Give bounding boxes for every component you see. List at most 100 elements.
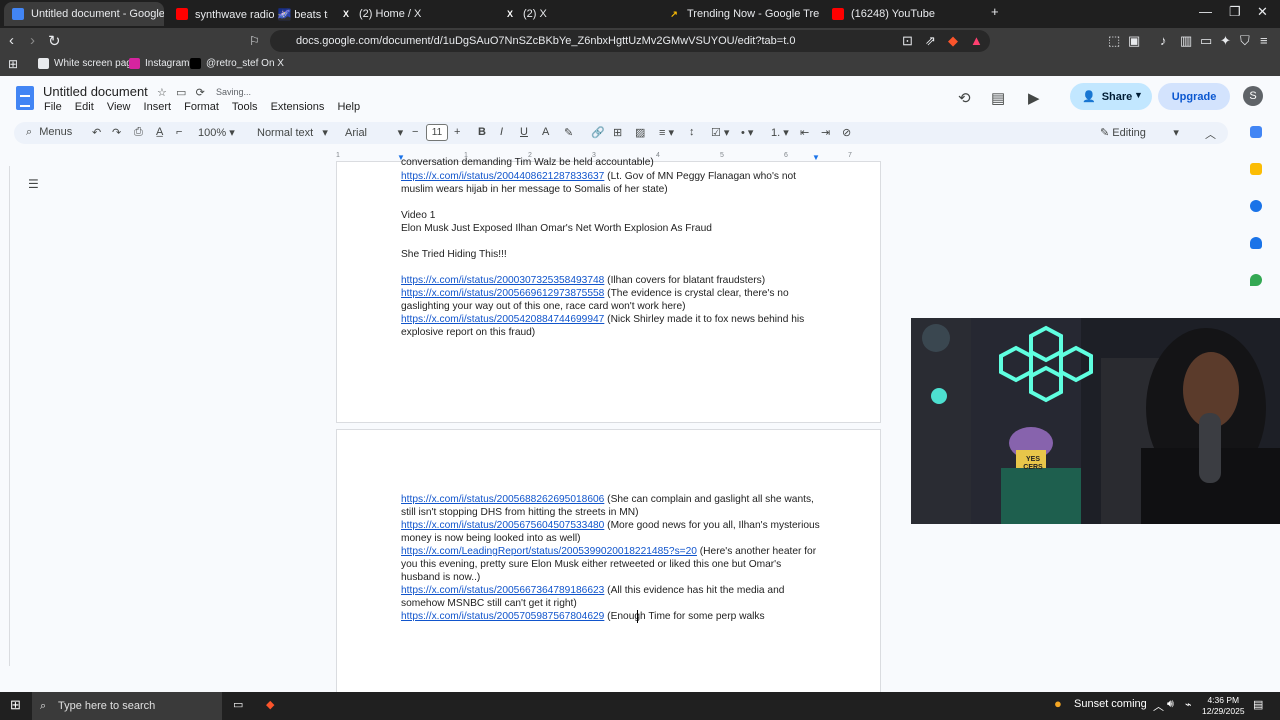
numbered-list-icon[interactable]: 1. ▾ <box>771 126 789 139</box>
font-size-increase-icon[interactable]: + <box>454 126 460 138</box>
line-spacing-icon[interactable]: ↕ <box>689 126 695 138</box>
paragraph[interactable]: She Tried Hiding This!!! <box>401 248 821 261</box>
keep-icon[interactable] <box>1250 163 1262 175</box>
minimize-icon[interactable]: — <box>1199 4 1212 19</box>
menu-view[interactable]: View <box>107 101 131 113</box>
paragraph[interactable]: https://x.com/i/status/20044086212878336… <box>401 170 821 196</box>
menu-insert[interactable]: Insert <box>144 101 172 113</box>
tab-home-x[interactable]: X (2) Home / X <box>332 2 492 26</box>
bold-icon[interactable]: B <box>478 126 486 138</box>
forward-icon[interactable]: › <box>30 32 35 49</box>
bookmark-icon[interactable]: ⚐ <box>249 34 260 48</box>
underline-icon[interactable]: U <box>520 126 528 138</box>
clock[interactable]: 4:36 PM 12/29/2025 <box>1202 695 1245 717</box>
bookmark-instagram[interactable]: Instagram <box>129 58 189 69</box>
apps-icon[interactable]: ⊞ <box>8 57 18 71</box>
back-icon[interactable]: ‹ <box>9 32 14 49</box>
comment-icon[interactable]: ⊞ <box>613 126 622 139</box>
music-icon[interactable]: ♪ <box>1160 33 1167 48</box>
brave-shield-icon[interactable]: ◆ <box>948 33 958 49</box>
tab-youtube[interactable]: (16248) YouTube <box>824 2 984 26</box>
move-folder-icon[interactable]: ▭ <box>176 87 186 99</box>
spellcheck-icon[interactable]: A̲ <box>156 126 163 138</box>
zoom-select[interactable]: 100% ▾ <box>198 126 235 139</box>
paragraph[interactable]: https://x.com/i/status/20056696129738755… <box>401 287 821 313</box>
restore-icon[interactable]: ❐ <box>1229 4 1241 20</box>
chevron-down-icon[interactable]: ▼ <box>1134 90 1143 100</box>
tab-x[interactable]: X (2) X <box>496 2 656 26</box>
contacts-icon[interactable] <box>1250 237 1262 249</box>
volume-icon[interactable]: 🔊︎ <box>1167 698 1174 711</box>
font-size-decrease-icon[interactable]: − <box>412 126 418 138</box>
url-field[interactable]: docs.google.com/document/d/1uDgSAuO7NnSZ… <box>270 30 990 52</box>
tweet-link[interactable]: https://x.com/i/status/20056882626950186… <box>401 494 604 505</box>
screenshot-icon[interactable]: ▣ <box>1128 33 1140 49</box>
tweet-link[interactable]: https://x.com/i/status/20044086212878336… <box>401 171 604 182</box>
menu-format[interactable]: Format <box>184 101 219 113</box>
docs-logo-icon[interactable] <box>16 86 34 110</box>
tab-synthwave-radio[interactable]: synthwave radio 🌌 beats to chill <box>168 2 328 26</box>
menu-file[interactable]: File <box>44 101 62 113</box>
vpn-icon[interactable]: ⛉ <box>1240 33 1250 49</box>
tweet-link[interactable]: https://x.com/i/status/20003073253584937… <box>401 275 604 286</box>
checklist-icon[interactable]: ☑ ▾ <box>711 126 729 139</box>
link-icon[interactable]: 🔗 <box>591 126 605 139</box>
tweet-link[interactable]: https://x.com/i/status/20057059875678046… <box>401 611 604 622</box>
clear-formatting-icon[interactable]: ⊘ <box>842 126 851 139</box>
increase-indent-icon[interactable]: ⇥ <box>821 126 830 139</box>
meet-icon[interactable]: ▶ <box>1028 89 1040 107</box>
reload-icon[interactable]: ↻ <box>48 32 61 50</box>
tweet-link[interactable]: https://x.com/i/status/20056756045075334… <box>401 520 604 531</box>
avatar[interactable]: S <box>1243 86 1263 106</box>
calendar-icon[interactable] <box>1250 126 1262 138</box>
paragraph[interactable]: Video 1 <box>401 209 821 222</box>
task-view-icon[interactable]: ▭ <box>233 698 243 711</box>
sidebar-icon[interactable]: ▥ <box>1180 33 1192 49</box>
comments-icon[interactable]: ▤ <box>991 89 1005 107</box>
tab-untitled-document[interactable]: Untitled document - Google Do ✕ <box>4 2 164 26</box>
menu-icon[interactable]: ≡ <box>1260 33 1268 48</box>
document-page-1[interactable]: conversation demanding Tim Walz be held … <box>336 157 881 423</box>
text-color-icon[interactable]: A <box>542 126 549 138</box>
chevron-up-icon[interactable]: ︿ <box>1153 698 1164 714</box>
tweet-link[interactable]: https://x.com/i/status/20054208847446999… <box>401 314 604 325</box>
font-size-input[interactable]: 11 <box>426 124 448 141</box>
paragraph[interactable]: https://x.com/i/status/20054208847446999… <box>401 313 821 339</box>
paragraph[interactable]: https://x.com/i/status/20057059875678046… <box>401 610 821 623</box>
bullet-list-icon[interactable]: • ▾ <box>741 126 753 139</box>
document-page-2[interactable]: https://x.com/i/status/20056882626950186… <box>336 429 881 694</box>
outline-icon[interactable]: ☰ <box>28 177 39 191</box>
document-title[interactable]: Untitled document <box>43 84 148 99</box>
share-page-icon[interactable]: ⇗ <box>925 33 936 49</box>
undo-icon[interactable]: ↶ <box>92 126 101 139</box>
leo-icon[interactable]: ✦ <box>1220 33 1231 49</box>
align-icon[interactable]: ≡ ▾ <box>659 126 674 139</box>
version-history-icon[interactable]: ⟲ <box>958 89 971 107</box>
menu-extensions[interactable]: Extensions <box>271 101 325 113</box>
redo-icon[interactable]: ↷ <box>112 126 121 139</box>
menu-tools[interactable]: Tools <box>232 101 258 113</box>
wallet-icon[interactable]: ▭ <box>1200 33 1212 49</box>
brave-rewards-icon[interactable]: ▲ <box>970 33 983 48</box>
new-tab-icon[interactable]: + <box>991 4 999 19</box>
paragraph[interactable]: conversation demanding Tim Walz be held … <box>401 156 821 169</box>
upgrade-button[interactable]: Upgrade <box>1158 83 1230 110</box>
menu-edit[interactable]: Edit <box>75 101 94 113</box>
close-window-icon[interactable]: ✕ <box>1257 4 1268 20</box>
paint-format-icon[interactable]: ⌐ <box>176 126 182 138</box>
tweet-link[interactable]: https://x.com/i/status/20056696129738755… <box>401 288 604 299</box>
highlight-icon[interactable]: ✎ <box>564 126 573 139</box>
italic-icon[interactable]: I <box>500 126 503 138</box>
tab-google-trends[interactable]: ↗ Trending Now - Google Trends <box>660 2 820 26</box>
editing-mode-select[interactable]: ✎ Editing ▾ <box>1100 126 1179 139</box>
bookmark-white-screen[interactable]: White screen page <box>38 58 137 69</box>
font-select[interactable]: Arial ▾ <box>345 126 403 139</box>
tasks-icon[interactable] <box>1250 200 1262 212</box>
bookmark-retro-stef[interactable]: @retro_stef On X <box>190 58 284 69</box>
extensions-icon[interactable]: ⬚ <box>1108 33 1120 49</box>
collapse-menus-icon[interactable]: ︿ <box>1205 126 1216 142</box>
network-icon[interactable]: ⌁ <box>1185 698 1192 711</box>
menu-help[interactable]: Help <box>337 101 360 113</box>
print-icon[interactable]: ⎙ <box>134 126 143 139</box>
image-icon[interactable]: ▨ <box>635 126 645 139</box>
